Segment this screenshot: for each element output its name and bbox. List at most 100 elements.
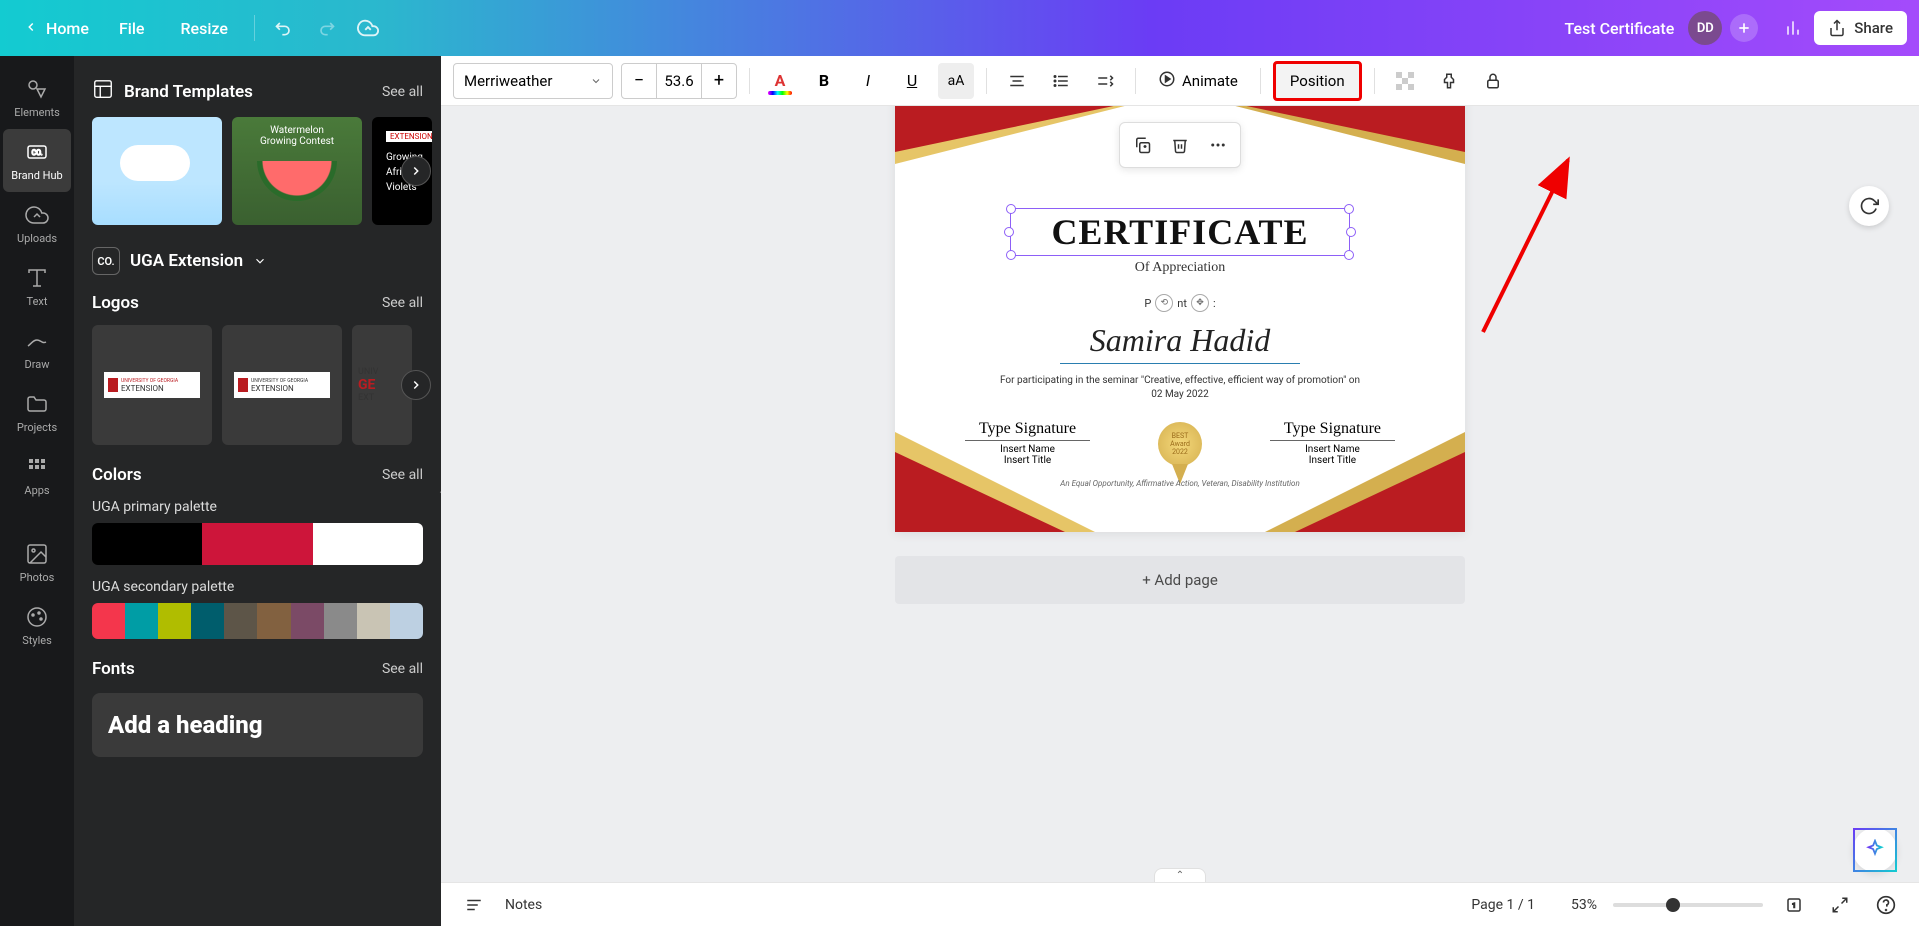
recipient-name[interactable]: Samira Hadid [1060, 322, 1300, 364]
color-swatch[interactable] [202, 523, 312, 565]
cloud-sync-icon[interactable] [347, 9, 389, 47]
home-label: Home [46, 19, 89, 38]
notes-label[interactable]: Notes [505, 897, 542, 913]
color-swatch[interactable] [191, 603, 224, 639]
rail-draw[interactable]: Draw [3, 318, 71, 381]
scroll-right-button[interactable] [401, 156, 431, 186]
fonts-header: Fonts [92, 659, 135, 679]
zoom-level[interactable]: 53% [1571, 897, 1597, 913]
notes-icon[interactable] [459, 890, 489, 920]
text-color-button[interactable]: A [762, 63, 798, 99]
expand-timeline-button[interactable]: ⌃ [1154, 868, 1206, 882]
logo-thumb-1[interactable]: UNIVERSITY OF GEORGIAEXTENSION [92, 325, 212, 445]
color-swatch[interactable] [257, 603, 290, 639]
italic-button[interactable]: I [850, 63, 886, 99]
rail-photos[interactable]: Photos [3, 531, 71, 594]
animate-icon [1158, 70, 1176, 92]
chevron-left-icon [24, 19, 38, 38]
animate-button[interactable]: Animate [1148, 63, 1248, 99]
position-button[interactable]: Position [1273, 61, 1362, 101]
primary-palette [92, 523, 423, 565]
avatar[interactable]: DD [1688, 11, 1722, 45]
add-page-button[interactable]: + Add page [895, 556, 1465, 604]
color-swatch[interactable] [158, 603, 191, 639]
share-button[interactable]: Share [1814, 11, 1907, 45]
move-handle[interactable]: ✥ [1191, 294, 1209, 312]
more-options-button[interactable] [1200, 127, 1236, 163]
selected-text-element[interactable]: CERTIFICATE [1010, 208, 1350, 256]
brand-selector[interactable]: CO. UGA Extension [92, 247, 423, 275]
increase-size-button[interactable]: + [702, 64, 736, 98]
list-button[interactable] [1043, 63, 1079, 99]
add-heading-button[interactable]: Add a heading [92, 693, 423, 757]
magic-fab-button[interactable] [1853, 828, 1897, 872]
analytics-button[interactable] [1772, 9, 1814, 47]
transparency-button[interactable] [1387, 63, 1423, 99]
see-all-logos[interactable]: See all [382, 295, 423, 311]
rail-brand-hub[interactable]: CO. Brand Hub [3, 129, 71, 192]
brand-panel: Brand Templates See all Watermelon Growi… [74, 56, 441, 926]
color-swatch[interactable] [125, 603, 158, 639]
underline-button[interactable]: U [894, 63, 930, 99]
lock-button[interactable] [1475, 63, 1511, 99]
color-swatch[interactable] [357, 603, 390, 639]
page-indicator[interactable]: Page 1 / 1 [1471, 897, 1535, 913]
case-button[interactable]: aA [938, 63, 974, 99]
zoom-slider[interactable] [1613, 903, 1763, 907]
resize-menu[interactable]: Resize [162, 13, 245, 44]
rail-uploads[interactable]: Uploads [3, 192, 71, 255]
color-swatch[interactable] [313, 523, 423, 565]
undo-button[interactable] [263, 9, 305, 47]
certificate-footer-graphic [895, 412, 1465, 532]
add-collaborator-button[interactable] [1730, 14, 1758, 42]
rail-projects[interactable]: Projects [3, 381, 71, 444]
primary-palette-label: UGA primary palette [92, 499, 423, 515]
align-button[interactable] [999, 63, 1035, 99]
color-swatch[interactable] [92, 523, 202, 565]
color-swatch[interactable] [224, 603, 257, 639]
document-title[interactable]: Test Certificate [1564, 19, 1674, 38]
see-all-fonts[interactable]: See all [382, 661, 423, 677]
font-family-select[interactable]: Merriweather [453, 63, 613, 99]
help-button[interactable] [1871, 890, 1901, 920]
fullscreen-button[interactable] [1825, 890, 1855, 920]
bottom-bar: Notes Page 1 / 1 53% 1 [441, 882, 1919, 926]
logo-thumb-2[interactable]: UNIVERSITY OF GEORGIAEXTENSION [222, 325, 342, 445]
color-swatch[interactable] [291, 603, 324, 639]
home-button[interactable]: Home [12, 13, 101, 44]
copy-style-button[interactable] [1431, 63, 1467, 99]
text-toolbar: Merriweather − + A B I U aA Animate Posi… [441, 56, 1919, 106]
font-size-input[interactable] [656, 64, 702, 98]
refresh-button[interactable] [1849, 186, 1889, 226]
scroll-right-logos-button[interactable] [401, 370, 431, 400]
color-swatch[interactable] [92, 603, 125, 639]
copy-button[interactable] [1124, 127, 1160, 163]
redo-button[interactable] [305, 9, 347, 47]
file-menu[interactable]: File [101, 13, 163, 44]
logos-header: Logos [92, 293, 139, 313]
rail-text[interactable]: Text [3, 255, 71, 318]
rotate-handle[interactable]: ⟲ [1155, 294, 1173, 312]
pencil-icon [24, 328, 50, 354]
see-all-templates[interactable]: See all [382, 84, 423, 100]
annotation-arrow [1473, 152, 1583, 342]
rail-apps[interactable]: Apps [3, 444, 71, 507]
decrease-size-button[interactable]: − [622, 64, 656, 98]
image-icon [24, 541, 50, 567]
rail-elements[interactable]: Elements [3, 66, 71, 129]
color-swatch[interactable] [324, 603, 357, 639]
template-thumb-watermelon[interactable]: Watermelon Growing Contest [232, 117, 362, 225]
bold-button[interactable]: B [806, 63, 842, 99]
certificate-title[interactable]: CERTIFICATE [1011, 211, 1349, 253]
collapse-panel-button[interactable]: ◀ [435, 461, 441, 521]
certificate-subtitle[interactable]: Of Appreciation [935, 260, 1425, 276]
delete-button[interactable] [1162, 127, 1198, 163]
logo-thumbnails: UNIVERSITY OF GEORGIAEXTENSION UNIVERSIT… [92, 325, 423, 445]
see-all-colors[interactable]: See all [382, 467, 423, 483]
rail-styles[interactable]: Styles [3, 594, 71, 657]
template-thumb-sky[interactable] [92, 117, 222, 225]
grid-view-button[interactable]: 1 [1779, 890, 1809, 920]
certificate-description[interactable]: For participating in the seminar "Creati… [935, 374, 1425, 402]
color-swatch[interactable] [390, 603, 423, 639]
spacing-button[interactable] [1087, 63, 1123, 99]
